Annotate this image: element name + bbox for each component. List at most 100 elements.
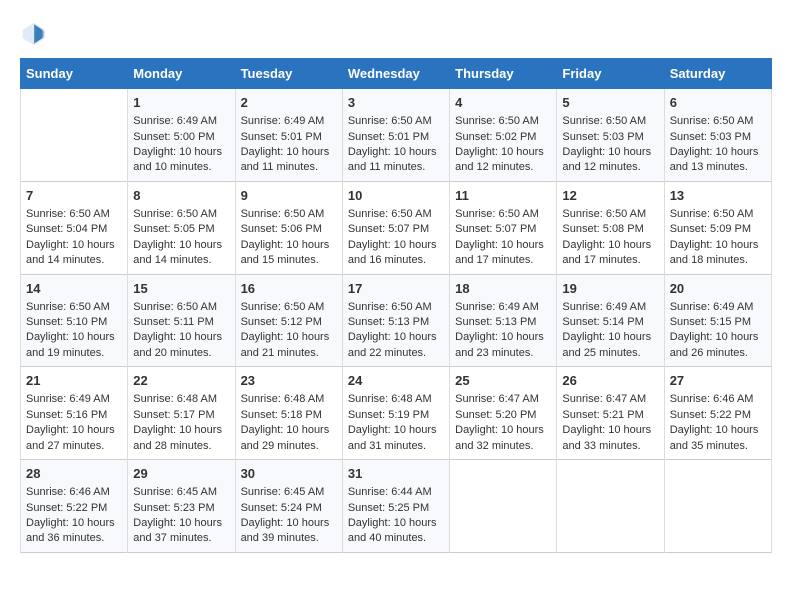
cell-content: and 17 minutes. <box>455 253 551 268</box>
cell-content: Sunset: 5:24 PM <box>241 501 337 516</box>
cell-content: and 26 minutes. <box>670 346 766 361</box>
calendar-cell: 27Sunrise: 6:46 AMSunset: 5:22 PMDayligh… <box>664 367 771 460</box>
calendar-cell: 9Sunrise: 6:50 AMSunset: 5:06 PMDaylight… <box>235 181 342 274</box>
day-number: 4 <box>455 94 551 112</box>
day-number: 14 <box>26 280 122 298</box>
cell-content: Daylight: 10 hours <box>455 145 551 160</box>
day-number: 30 <box>241 465 337 483</box>
cell-content: Daylight: 10 hours <box>26 238 122 253</box>
day-number: 10 <box>348 187 444 205</box>
cell-content: Sunset: 5:09 PM <box>670 222 766 237</box>
page-header <box>20 20 772 48</box>
cell-content: Daylight: 10 hours <box>26 330 122 345</box>
cell-content: and 20 minutes. <box>133 346 229 361</box>
cell-content: Sunset: 5:03 PM <box>670 130 766 145</box>
day-number: 22 <box>133 372 229 390</box>
cell-content: Sunset: 5:02 PM <box>455 130 551 145</box>
cell-content: Daylight: 10 hours <box>133 516 229 531</box>
cell-content: Sunset: 5:22 PM <box>26 501 122 516</box>
calendar-cell: 3Sunrise: 6:50 AMSunset: 5:01 PMDaylight… <box>342 89 449 182</box>
day-number: 29 <box>133 465 229 483</box>
cell-content: Sunrise: 6:50 AM <box>455 207 551 222</box>
cell-content: Sunrise: 6:48 AM <box>348 392 444 407</box>
day-number: 27 <box>670 372 766 390</box>
cell-content: Sunset: 5:20 PM <box>455 408 551 423</box>
cell-content: Sunrise: 6:49 AM <box>26 392 122 407</box>
cell-content: and 17 minutes. <box>562 253 658 268</box>
cell-content: Daylight: 10 hours <box>241 423 337 438</box>
cell-content: and 21 minutes. <box>241 346 337 361</box>
day-number: 23 <box>241 372 337 390</box>
cell-content: Sunset: 5:21 PM <box>562 408 658 423</box>
calendar-cell: 11Sunrise: 6:50 AMSunset: 5:07 PMDayligh… <box>450 181 557 274</box>
cell-content: Sunrise: 6:45 AM <box>133 485 229 500</box>
cell-content: Sunset: 5:16 PM <box>26 408 122 423</box>
cell-content: Daylight: 10 hours <box>348 145 444 160</box>
calendar-cell: 20Sunrise: 6:49 AMSunset: 5:15 PMDayligh… <box>664 274 771 367</box>
cell-content: Sunrise: 6:48 AM <box>241 392 337 407</box>
cell-content: Sunset: 5:25 PM <box>348 501 444 516</box>
calendar-cell: 10Sunrise: 6:50 AMSunset: 5:07 PMDayligh… <box>342 181 449 274</box>
cell-content: Daylight: 10 hours <box>241 516 337 531</box>
day-of-week-header: Tuesday <box>235 59 342 89</box>
day-of-week-header: Saturday <box>664 59 771 89</box>
cell-content: and 33 minutes. <box>562 439 658 454</box>
cell-content: Daylight: 10 hours <box>241 238 337 253</box>
cell-content: Sunrise: 6:50 AM <box>348 114 444 129</box>
cell-content: and 13 minutes. <box>670 160 766 175</box>
cell-content: and 14 minutes. <box>26 253 122 268</box>
day-number: 31 <box>348 465 444 483</box>
cell-content: Sunset: 5:13 PM <box>455 315 551 330</box>
cell-content: Sunrise: 6:46 AM <box>670 392 766 407</box>
cell-content: Daylight: 10 hours <box>455 238 551 253</box>
cell-content: Sunset: 5:18 PM <box>241 408 337 423</box>
cell-content: Sunrise: 6:45 AM <box>241 485 337 500</box>
logo-icon <box>20 20 48 48</box>
day-number: 18 <box>455 280 551 298</box>
day-number: 5 <box>562 94 658 112</box>
cell-content: Daylight: 10 hours <box>562 238 658 253</box>
cell-content: Daylight: 10 hours <box>562 423 658 438</box>
calendar-cell: 26Sunrise: 6:47 AMSunset: 5:21 PMDayligh… <box>557 367 664 460</box>
cell-content: Sunrise: 6:49 AM <box>133 114 229 129</box>
cell-content: and 27 minutes. <box>26 439 122 454</box>
cell-content: Sunset: 5:01 PM <box>241 130 337 145</box>
calendar-cell: 31Sunrise: 6:44 AMSunset: 5:25 PMDayligh… <box>342 460 449 553</box>
calendar-cell: 21Sunrise: 6:49 AMSunset: 5:16 PMDayligh… <box>21 367 128 460</box>
calendar-cell: 1Sunrise: 6:49 AMSunset: 5:00 PMDaylight… <box>128 89 235 182</box>
calendar-week-row: 1Sunrise: 6:49 AMSunset: 5:00 PMDaylight… <box>21 89 772 182</box>
cell-content: Sunset: 5:13 PM <box>348 315 444 330</box>
day-number: 9 <box>241 187 337 205</box>
cell-content: and 28 minutes. <box>133 439 229 454</box>
day-of-week-header: Monday <box>128 59 235 89</box>
cell-content: Sunset: 5:23 PM <box>133 501 229 516</box>
calendar-week-row: 28Sunrise: 6:46 AMSunset: 5:22 PMDayligh… <box>21 460 772 553</box>
cell-content: Sunrise: 6:49 AM <box>670 300 766 315</box>
cell-content: Sunrise: 6:50 AM <box>670 114 766 129</box>
cell-content: Sunrise: 6:48 AM <box>133 392 229 407</box>
day-number: 2 <box>241 94 337 112</box>
cell-content: Sunrise: 6:50 AM <box>455 114 551 129</box>
calendar-cell: 15Sunrise: 6:50 AMSunset: 5:11 PMDayligh… <box>128 274 235 367</box>
cell-content: Daylight: 10 hours <box>562 145 658 160</box>
cell-content: Sunrise: 6:44 AM <box>348 485 444 500</box>
calendar-cell: 24Sunrise: 6:48 AMSunset: 5:19 PMDayligh… <box>342 367 449 460</box>
calendar-header-row: SundayMondayTuesdayWednesdayThursdayFrid… <box>21 59 772 89</box>
cell-content: Daylight: 10 hours <box>562 330 658 345</box>
calendar-week-row: 21Sunrise: 6:49 AMSunset: 5:16 PMDayligh… <box>21 367 772 460</box>
cell-content: Daylight: 10 hours <box>241 330 337 345</box>
cell-content: Sunrise: 6:46 AM <box>26 485 122 500</box>
day-number: 17 <box>348 280 444 298</box>
cell-content: Daylight: 10 hours <box>133 330 229 345</box>
cell-content: and 35 minutes. <box>670 439 766 454</box>
calendar-cell: 8Sunrise: 6:50 AMSunset: 5:05 PMDaylight… <box>128 181 235 274</box>
cell-content: and 19 minutes. <box>26 346 122 361</box>
calendar-table: SundayMondayTuesdayWednesdayThursdayFrid… <box>20 58 772 553</box>
cell-content: Sunset: 5:05 PM <box>133 222 229 237</box>
cell-content: and 36 minutes. <box>26 531 122 546</box>
cell-content: and 25 minutes. <box>562 346 658 361</box>
cell-content: Daylight: 10 hours <box>455 423 551 438</box>
cell-content: and 11 minutes. <box>241 160 337 175</box>
cell-content: Daylight: 10 hours <box>670 330 766 345</box>
cell-content: Sunrise: 6:47 AM <box>562 392 658 407</box>
